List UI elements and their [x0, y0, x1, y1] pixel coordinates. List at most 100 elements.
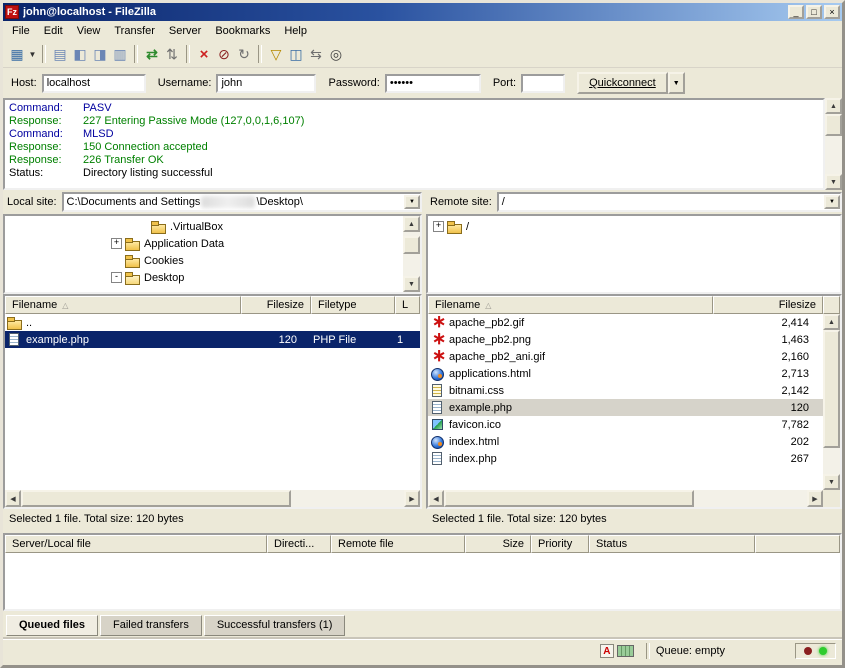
file-row[interactable]: applications.html2,713: [428, 365, 823, 382]
tab-failed-transfers[interactable]: Failed transfers: [100, 615, 202, 636]
log-scrollbar[interactable]: ▲ ▼: [825, 98, 842, 190]
scrollbar-thumb[interactable]: [823, 330, 840, 448]
disconnect-icon[interactable]: ⊘: [214, 44, 234, 64]
column-header-filename[interactable]: Filename△: [428, 296, 713, 314]
port-label: Port:: [493, 77, 516, 89]
find-icon[interactable]: ◎: [326, 44, 346, 64]
expand-icon[interactable]: +: [111, 238, 122, 249]
site-manager-dropdown-icon[interactable]: ▼: [27, 44, 38, 64]
menu-item-server[interactable]: Server: [162, 23, 208, 39]
column-header-filesize[interactable]: Filesize: [241, 296, 311, 314]
column-header-label: Filename: [435, 299, 480, 311]
local-site-combo[interactable]: C:\Documents and Settings\Desktop\ ▼: [62, 192, 422, 212]
remote-horizontal-scrollbar[interactable]: ◀ ▶: [428, 490, 840, 507]
file-row-example-php[interactable]: example.php120: [428, 399, 823, 416]
tree-item-application-data[interactable]: +Application Data: [5, 235, 403, 252]
menu-item-bookmarks[interactable]: Bookmarks: [208, 23, 277, 39]
scroll-right-icon[interactable]: ▶: [807, 490, 823, 507]
column-header-filename[interactable]: Filename△: [5, 296, 241, 314]
scroll-up-icon[interactable]: ▲: [403, 216, 420, 232]
reconnect-icon[interactable]: ↻: [234, 44, 254, 64]
scroll-down-icon[interactable]: ▼: [825, 174, 842, 190]
minimize-button[interactable]: _: [788, 5, 804, 19]
column-header-filetype[interactable]: Filetype: [311, 296, 395, 314]
password-input[interactable]: [385, 74, 481, 93]
cancel-icon[interactable]: ×: [194, 44, 214, 64]
scroll-up-icon[interactable]: ▲: [823, 314, 840, 330]
collapse-icon[interactable]: -: [111, 272, 122, 283]
menu-item-help[interactable]: Help: [277, 23, 314, 39]
column-header-label: Filename: [12, 299, 57, 311]
column-header-last-modified[interactable]: L: [395, 296, 420, 314]
toggle-queue-icon[interactable]: ▥: [110, 44, 130, 64]
scroll-down-icon[interactable]: ▼: [823, 474, 840, 490]
status-bar: A Queue: empty: [3, 639, 842, 662]
remote-site-combo[interactable]: / ▼: [497, 192, 842, 212]
combo-dropdown-icon[interactable]: ▼: [404, 195, 420, 209]
tab-queued-files[interactable]: Queued files: [6, 615, 98, 636]
file-row[interactable]: apache_pb2.gif2,414: [428, 314, 823, 331]
toggle-remote-tree-icon[interactable]: ◨: [90, 44, 110, 64]
queue-column-priority[interactable]: Priority: [531, 535, 589, 553]
scrollbar-thumb[interactable]: [444, 490, 694, 507]
local-horizontal-scrollbar[interactable]: ◀ ▶: [5, 490, 420, 507]
scroll-right-icon[interactable]: ▶: [404, 490, 420, 507]
file-row-example-php[interactable]: example.php 120 PHP File 1: [5, 331, 420, 348]
scrollbar-thumb[interactable]: [21, 490, 291, 507]
scroll-up-icon[interactable]: ▲: [825, 98, 842, 114]
file-row[interactable]: favicon.ico7,782: [428, 416, 823, 433]
scroll-left-icon[interactable]: ◀: [5, 490, 21, 507]
scrollbar-thumb[interactable]: [403, 236, 420, 254]
tree-item-virtualbox[interactable]: .VirtualBox: [5, 218, 403, 235]
file-row[interactable]: index.php267: [428, 450, 823, 467]
site-manager-icon[interactable]: ▦: [7, 44, 27, 64]
menu-item-file[interactable]: File: [5, 23, 37, 39]
toggle-local-tree-icon[interactable]: ◧: [70, 44, 90, 64]
username-input[interactable]: [216, 74, 316, 93]
local-tree-scrollbar[interactable]: ▲ ▼: [403, 216, 420, 292]
menu-item-view[interactable]: View: [70, 23, 108, 39]
file-row[interactable]: bitnami.css2,142: [428, 382, 823, 399]
file-row[interactable]: apache_pb2.png1,463: [428, 331, 823, 348]
file-name: apache_pb2_ani.gif: [449, 351, 545, 363]
scroll-left-icon[interactable]: ◀: [428, 490, 444, 507]
tree-item-root[interactable]: +/: [428, 218, 840, 235]
column-header-filesize[interactable]: Filesize: [713, 296, 823, 314]
toggle-message-log-icon[interactable]: ▤: [50, 44, 70, 64]
process-queue-icon[interactable]: ⇅: [162, 44, 182, 64]
queue-status-text: Queue: empty: [656, 645, 725, 657]
queue-column-server-local-file[interactable]: Server/Local file: [5, 535, 267, 553]
scrollbar-thumb[interactable]: [825, 114, 842, 136]
title-bar[interactable]: Fz john@localhost - FileZilla _ □ ×: [3, 3, 842, 21]
quickconnect-button[interactable]: Quickconnect: [577, 72, 668, 94]
menu-item-transfer[interactable]: Transfer: [107, 23, 162, 39]
combo-dropdown-icon[interactable]: ▼: [824, 195, 840, 209]
port-input[interactable]: [521, 74, 565, 93]
close-button[interactable]: ×: [824, 5, 840, 19]
queue-column-status[interactable]: Status: [589, 535, 755, 553]
tree-item-desktop[interactable]: -Desktop: [5, 269, 403, 286]
quickconnect-dropdown-icon[interactable]: ▼: [668, 72, 685, 94]
local-status-text: Selected 1 file. Total size: 120 bytes: [3, 509, 422, 529]
menu-item-edit[interactable]: Edit: [37, 23, 70, 39]
queue-column-size[interactable]: Size: [465, 535, 531, 553]
queue-column-direction[interactable]: Directi...: [267, 535, 331, 553]
scroll-down-icon[interactable]: ▼: [403, 276, 420, 292]
app-icon[interactable]: Fz: [5, 5, 19, 19]
host-input[interactable]: [42, 74, 146, 93]
filter-icon[interactable]: ▽: [266, 44, 286, 64]
sync-browse-icon[interactable]: ⇆: [306, 44, 326, 64]
tab-successful-transfers[interactable]: Successful transfers (1): [204, 615, 346, 636]
file-row-parent-dir[interactable]: ..: [5, 314, 420, 331]
file-row[interactable]: index.html202: [428, 433, 823, 450]
maximize-button[interactable]: □: [806, 5, 822, 19]
compare-icon[interactable]: ◫: [286, 44, 306, 64]
file-size: 2,713: [713, 365, 823, 382]
refresh-icon[interactable]: ⇄: [142, 44, 162, 64]
tree-item-cookies[interactable]: Cookies: [5, 252, 403, 269]
queue-column-remote-file[interactable]: Remote file: [331, 535, 465, 553]
file-size: 2,142: [713, 382, 823, 399]
remote-list-scrollbar[interactable]: ▲ ▼: [823, 314, 840, 490]
expand-icon[interactable]: +: [433, 221, 444, 232]
file-row[interactable]: apache_pb2_ani.gif2,160: [428, 348, 823, 365]
